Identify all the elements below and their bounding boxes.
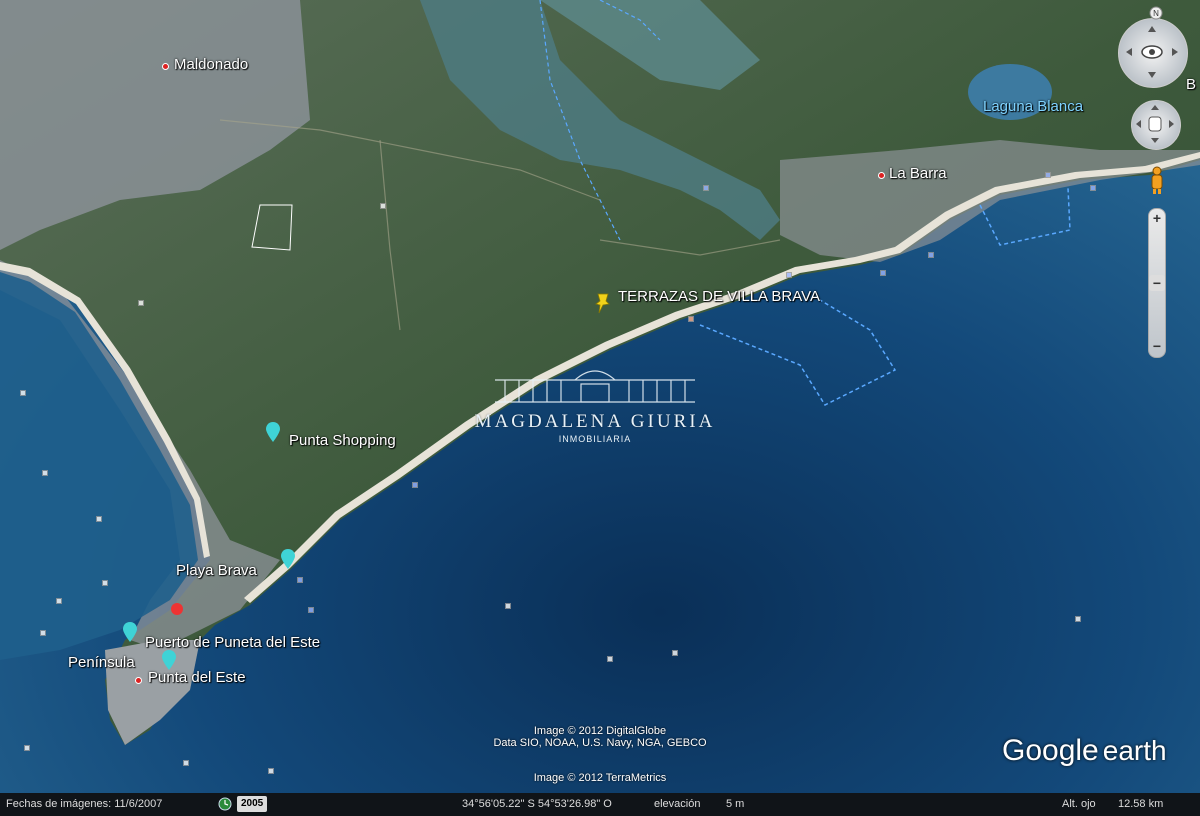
beach-icon[interactable] bbox=[928, 252, 934, 258]
beach-icon[interactable] bbox=[880, 270, 886, 276]
pan-hand-icon[interactable] bbox=[1131, 100, 1179, 148]
eye-altitude-label: Alt. ojo bbox=[1062, 798, 1096, 810]
photo-marker[interactable] bbox=[20, 390, 26, 396]
beach-icon[interactable] bbox=[703, 185, 709, 191]
imagery-credits: Image © 2012 DigitalGlobe Data SIO, NOAA… bbox=[440, 725, 760, 749]
puerto-pin-icon[interactable] bbox=[123, 622, 137, 642]
laguna-blanca-label[interactable]: Laguna Blanca bbox=[983, 98, 1083, 115]
map-view[interactable]: Maldonado Laguna Blanca La Barra B TERRA… bbox=[0, 0, 1200, 816]
building-logo-icon bbox=[495, 370, 695, 403]
playa-brava-pin-icon[interactable] bbox=[281, 549, 295, 569]
beach-icon[interactable] bbox=[1045, 172, 1051, 178]
year-button[interactable]: 2005 bbox=[237, 796, 268, 812]
photo-marker[interactable] bbox=[96, 516, 102, 522]
zoom-out-button[interactable]: − bbox=[1149, 338, 1165, 354]
agency-watermark: MAGDALENA GIURIA INMOBILIARIA bbox=[470, 362, 720, 444]
credit-line-2: Data SIO, NOAA, U.S. Navy, NGA, GEBCO bbox=[493, 737, 707, 749]
elevation-label: elevación bbox=[654, 798, 701, 810]
maldonado-dot[interactable] bbox=[162, 63, 169, 70]
photo-marker[interactable] bbox=[607, 656, 613, 662]
shopping-pin-icon[interactable] bbox=[266, 422, 280, 442]
google-earth-logo: Google earth bbox=[1002, 734, 1167, 768]
google-wordmark: Google bbox=[1002, 734, 1099, 767]
zoom-slider-handle[interactable]: − bbox=[1149, 275, 1165, 291]
la-barra-dot[interactable] bbox=[878, 172, 885, 179]
photo-marker[interactable] bbox=[672, 650, 678, 656]
credit-line-1: Image © 2012 DigitalGlobe bbox=[533, 725, 667, 737]
beach-icon[interactable] bbox=[1090, 185, 1096, 191]
punta-del-este-dot[interactable] bbox=[135, 677, 142, 684]
playa-brava-label[interactable]: Playa Brava bbox=[176, 562, 257, 579]
street-view-pegman-icon[interactable] bbox=[1149, 165, 1165, 195]
north-icon[interactable]: N bbox=[1148, 6, 1164, 20]
photo-marker[interactable] bbox=[268, 768, 274, 774]
watermark-name: MAGDALENA GIURIA bbox=[474, 411, 716, 432]
hotel-icon[interactable] bbox=[688, 316, 694, 322]
photo-marker[interactable] bbox=[183, 760, 189, 766]
earth-wordmark: earth bbox=[1102, 735, 1167, 766]
marina-icon[interactable] bbox=[170, 602, 184, 622]
beach-icon[interactable] bbox=[308, 607, 314, 613]
watermark-subtitle: INMOBILIARIA bbox=[558, 434, 632, 444]
photo-marker[interactable] bbox=[1075, 616, 1081, 622]
pushpin-icon[interactable] bbox=[594, 292, 612, 314]
beach-icon[interactable] bbox=[297, 577, 303, 583]
elevation-value: 5 m bbox=[726, 798, 745, 810]
beach-icon[interactable] bbox=[786, 272, 792, 278]
photo-marker[interactable] bbox=[102, 580, 108, 586]
status-bar: Fechas de imágenes: 11/6/2007 2005 34°56… bbox=[0, 793, 1200, 816]
terrazas-label[interactable]: TERRAZAS DE VILLA BRAVA bbox=[618, 288, 820, 305]
peninsula-pin-icon[interactable] bbox=[162, 650, 176, 670]
photo-marker[interactable] bbox=[24, 745, 30, 751]
puerto-label[interactable]: Puerto de Puneta del Este bbox=[145, 634, 320, 651]
la-barra-label[interactable]: La Barra bbox=[889, 165, 947, 182]
photo-marker[interactable] bbox=[138, 300, 144, 306]
photo-marker[interactable] bbox=[56, 598, 62, 604]
partial-place-label[interactable]: B bbox=[1186, 76, 1196, 93]
historical-imagery-clock-icon[interactable] bbox=[218, 797, 232, 811]
coordinates-readout: 34°56'05.22" S 54°53'26.98" O bbox=[462, 798, 612, 810]
punta-del-este-label[interactable]: Punta del Este bbox=[148, 669, 246, 686]
credit-line-3: Image © 2012 TerraMetrics bbox=[533, 772, 667, 784]
zoom-in-button[interactable]: + bbox=[1149, 210, 1165, 226]
photo-marker[interactable] bbox=[380, 203, 386, 209]
beach-icon[interactable] bbox=[412, 482, 418, 488]
eye-icon[interactable] bbox=[1118, 18, 1186, 86]
photo-marker[interactable] bbox=[42, 470, 48, 476]
svg-text:N: N bbox=[1153, 9, 1159, 18]
eye-altitude-value: 12.58 km bbox=[1118, 798, 1164, 810]
maldonado-label[interactable]: Maldonado bbox=[174, 56, 248, 73]
imagery-date: Fechas de imágenes: 11/6/2007 bbox=[6, 798, 163, 810]
peninsula-label[interactable]: Península bbox=[68, 654, 135, 671]
photo-marker[interactable] bbox=[40, 630, 46, 636]
photo-marker[interactable] bbox=[505, 603, 511, 609]
punta-shopping-label[interactable]: Punta Shopping bbox=[289, 432, 396, 449]
